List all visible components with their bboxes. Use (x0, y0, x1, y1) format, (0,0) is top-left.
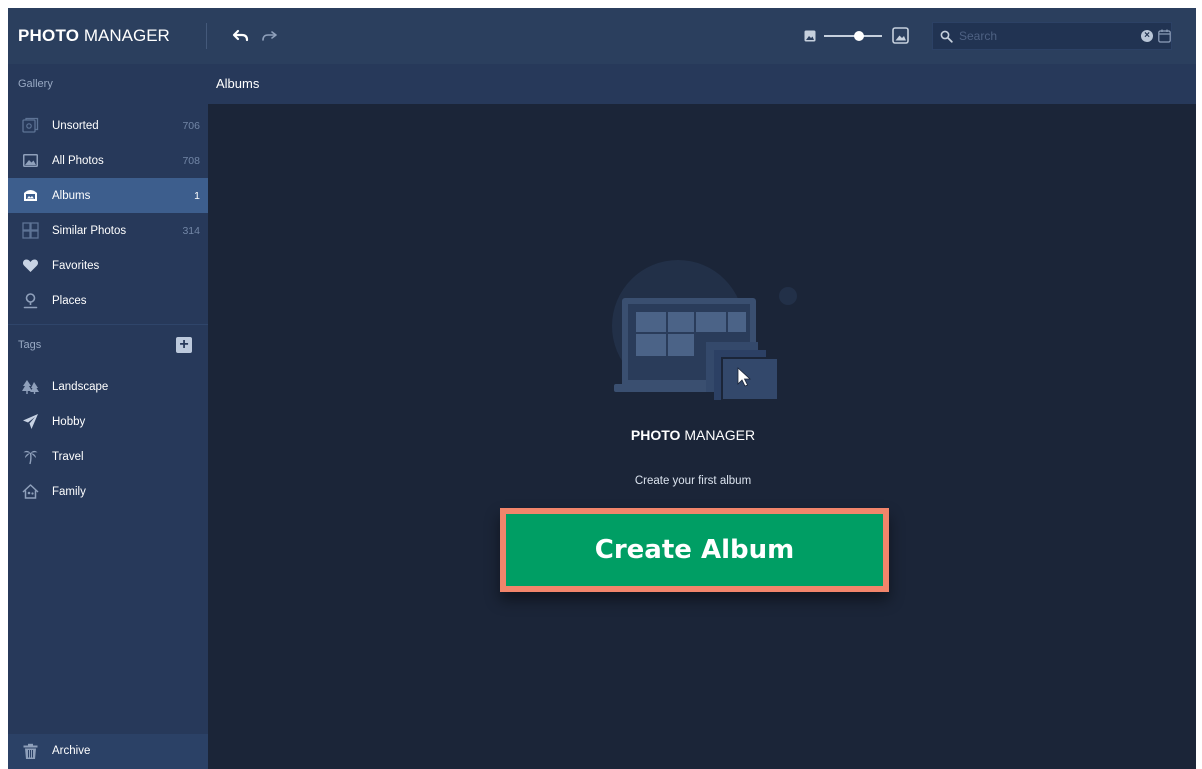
large-image-icon (892, 27, 909, 44)
pin-icon (23, 293, 38, 309)
sidebar-item-similar-photos[interactable]: Similar Photos 314 (8, 213, 208, 248)
empty-brand-light: MANAGER (684, 427, 756, 443)
brand-bold: PHOTO (18, 26, 80, 45)
sidebar: Gallery Unsorted 706 All Photos 708 Albu… (8, 64, 208, 769)
page-title: Albums (216, 76, 260, 91)
toolbar-divider (206, 23, 207, 49)
sidebar-item-travel[interactable]: Travel (8, 439, 208, 474)
content-header: Albums (208, 64, 1196, 104)
sidebar-item-label: Places (52, 294, 87, 307)
photos-icon (23, 154, 38, 167)
add-tag-button[interactable]: + (176, 337, 192, 353)
app-window: PHOTO MANAGER Search × Gallery Unsorted … (8, 8, 1196, 769)
top-toolbar: PHOTO MANAGER Search × (8, 8, 1196, 64)
brand-light: MANAGER (83, 26, 170, 45)
sidebar-item-landscape[interactable]: Landscape (8, 369, 208, 404)
search-input[interactable] (959, 26, 1129, 46)
tags-heading: Tags + (8, 324, 208, 364)
app-brand: PHOTO MANAGER (18, 8, 170, 64)
sidebar-item-label: Travel (52, 450, 84, 463)
sidebar-item-albums[interactable]: Albums 1 (8, 178, 208, 213)
albums-icon (24, 190, 37, 201)
empty-state-brand: PHOTO MANAGER (608, 427, 778, 443)
undo-icon (232, 29, 249, 42)
search-box: × (932, 22, 1172, 50)
redo-icon (262, 31, 277, 41)
archive-label: Archive (52, 745, 91, 757)
plane-icon (23, 414, 38, 429)
redo-button[interactable] (258, 25, 280, 47)
sidebar-item-archive[interactable]: Archive (8, 734, 208, 769)
calendar-icon[interactable] (1158, 29, 1171, 43)
palm-icon (23, 450, 38, 465)
clear-search-icon[interactable]: × (1141, 30, 1153, 42)
sidebar-item-places[interactable]: Places (8, 283, 208, 318)
empty-state-message: Create your first album (634, 475, 752, 487)
sidebar-item-label: Landscape (52, 380, 109, 393)
sidebar-item-count: 708 (182, 154, 200, 167)
zoom-thumb[interactable] (853, 31, 864, 41)
sidebar-item-all-photos[interactable]: All Photos 708 (8, 143, 208, 178)
empty-brand-bold: PHOTO (630, 427, 681, 443)
zoom-slider[interactable] (804, 26, 914, 46)
sidebar-item-label: Similar Photos (52, 224, 127, 237)
sidebar-item-count: 706 (182, 119, 200, 132)
sidebar-item-label: All Photos (52, 154, 104, 167)
sidebar-item-family[interactable]: Family (8, 474, 208, 509)
albums-illustration (612, 260, 797, 401)
trash-icon (23, 743, 38, 759)
trees-icon (22, 380, 39, 394)
sidebar-item-hobby[interactable]: Hobby (8, 404, 208, 439)
heart-icon (22, 259, 39, 272)
create-album-button[interactable]: Create Album (500, 508, 889, 592)
sidebar-item-label: Albums (52, 189, 91, 202)
sidebar-item-label: Favorites (52, 259, 100, 272)
small-image-icon (804, 30, 816, 42)
sidebar-item-count: 1 (194, 189, 200, 202)
similar-icon (22, 222, 39, 239)
search-icon (940, 30, 953, 43)
undo-button[interactable] (230, 25, 252, 47)
sidebar-item-count: 314 (182, 224, 200, 237)
sidebar-item-unsorted[interactable]: Unsorted 706 (8, 108, 208, 143)
sidebar-item-label: Hobby (52, 415, 86, 428)
unsorted-icon (22, 117, 39, 133)
sidebar-item-label: Family (52, 485, 86, 498)
sidebar-item-label: Unsorted (52, 119, 99, 132)
tags-heading-label: Tags (18, 339, 42, 351)
sidebar-item-favorites[interactable]: Favorites (8, 248, 208, 283)
family-icon (22, 484, 39, 499)
gallery-heading: Gallery (18, 78, 53, 90)
create-album-label: Create Album (506, 514, 883, 586)
